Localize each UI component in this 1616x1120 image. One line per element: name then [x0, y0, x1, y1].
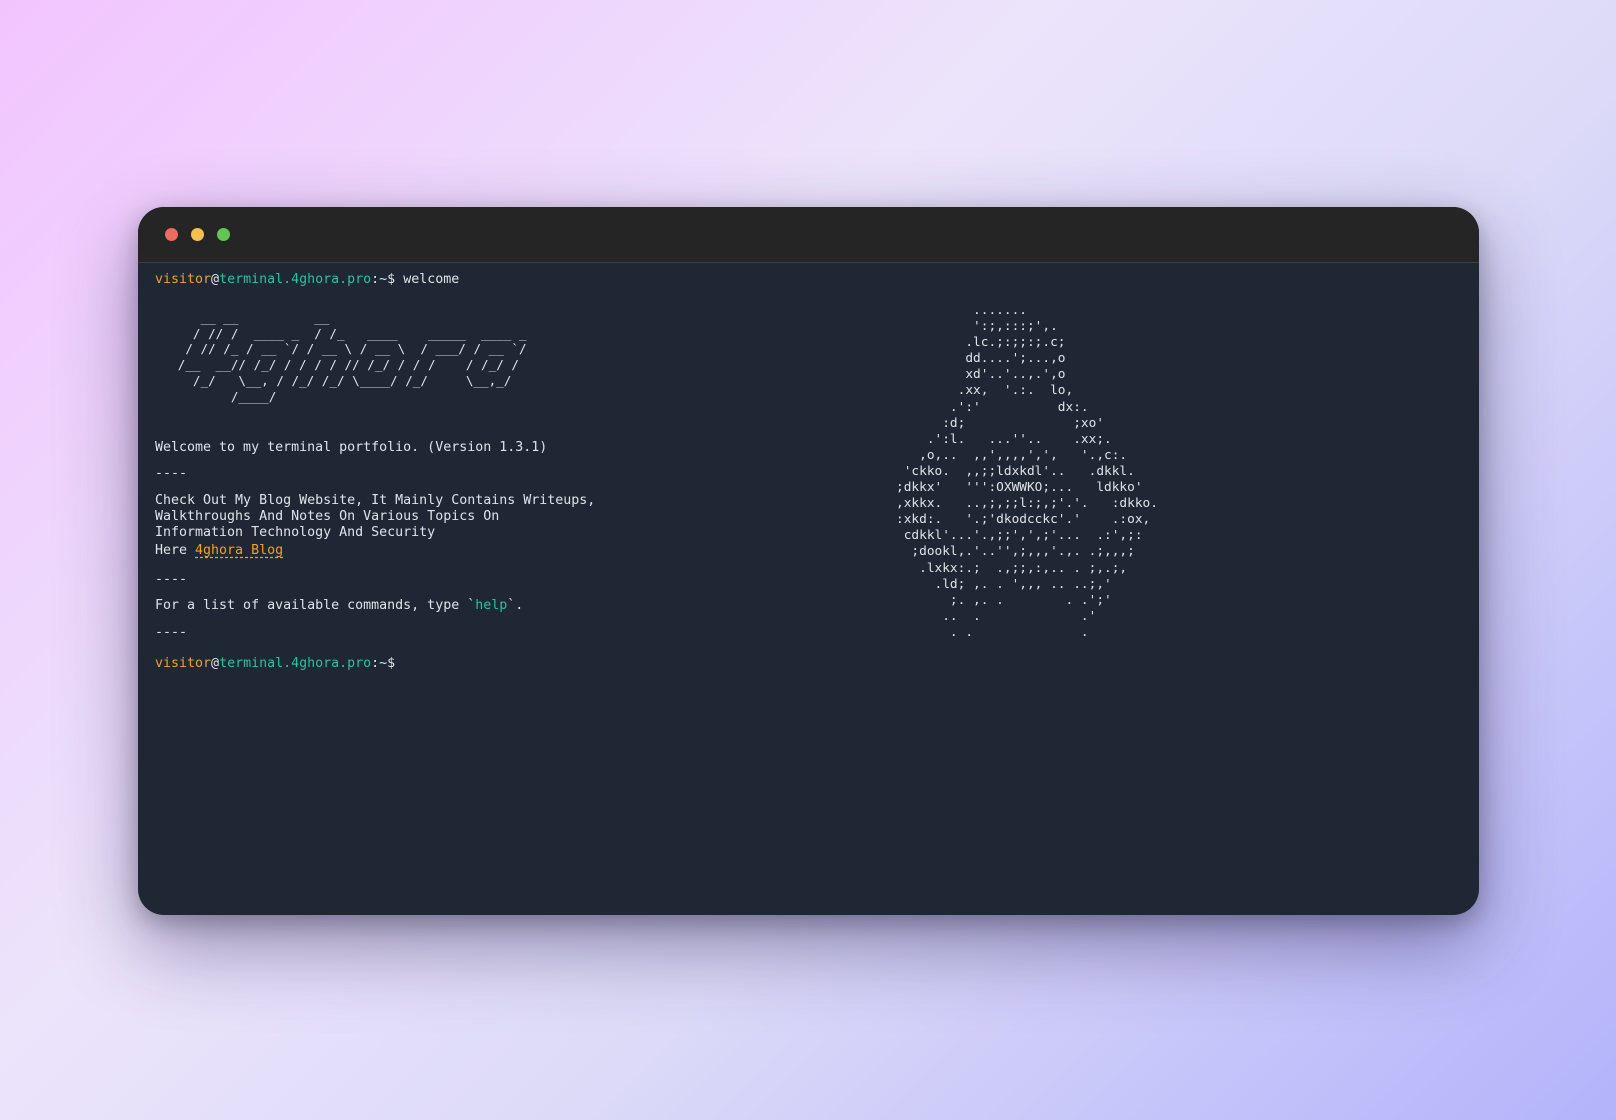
logo-ascii-art: ....... ':;,:::;',. .lc.;:;;:;.c; dd....… — [896, 303, 1158, 640]
prompt-at: @ — [211, 272, 220, 287]
blog-here-label: Here — [155, 543, 196, 558]
minimize-button[interactable] — [191, 228, 204, 241]
close-button[interactable] — [165, 228, 178, 241]
help-command: help — [475, 598, 508, 613]
separator: ---- — [155, 572, 188, 587]
separator: ---- — [155, 466, 188, 481]
prompt-user: visitor — [155, 272, 212, 287]
help-prefix: For a list of available commands, type ` — [155, 598, 476, 613]
prompt-user: visitor — [155, 656, 212, 671]
help-hint-line: For a list of available commands, type `… — [155, 598, 523, 614]
prompt-path: :~$ — [371, 656, 396, 671]
blog-description-line: Check Out My Blog Website, It Mainly Con… — [155, 493, 596, 508]
history-prompt-line: visitor@terminal.4ghora.pro:~$ welcome — [155, 272, 459, 288]
title-bar — [138, 207, 1479, 263]
separator: ---- — [155, 625, 188, 640]
active-prompt-line[interactable]: visitor@terminal.4ghora.pro:~$ — [155, 656, 395, 672]
version-line: Welcome to my terminal portfolio. (Versi… — [155, 440, 548, 455]
blog-link[interactable]: 4ghora Blog — [195, 543, 283, 558]
blog-description-line: Walkthroughs And Notes On Various Topics… — [155, 509, 500, 524]
prompt-at: @ — [211, 656, 220, 671]
history-command: welcome — [403, 272, 460, 287]
banner-ascii-art: __ __ __ / // / ____ _ / /_ ____ _____ _… — [177, 310, 527, 404]
terminal-body[interactable]: visitor@terminal.4ghora.pro:~$ welcome _… — [155, 262, 1479, 915]
help-suffix: `. — [507, 598, 524, 613]
blog-description-line: Information Technology And Security — [155, 525, 436, 540]
maximize-button[interactable] — [217, 228, 230, 241]
terminal-window: visitor@terminal.4ghora.pro:~$ welcome _… — [138, 207, 1479, 915]
prompt-path: :~$ — [371, 272, 396, 287]
prompt-host: terminal.4ghora.pro — [219, 272, 372, 287]
blog-link-line: Here 4ghora Blog — [155, 543, 283, 559]
prompt-host: terminal.4ghora.pro — [219, 656, 372, 671]
